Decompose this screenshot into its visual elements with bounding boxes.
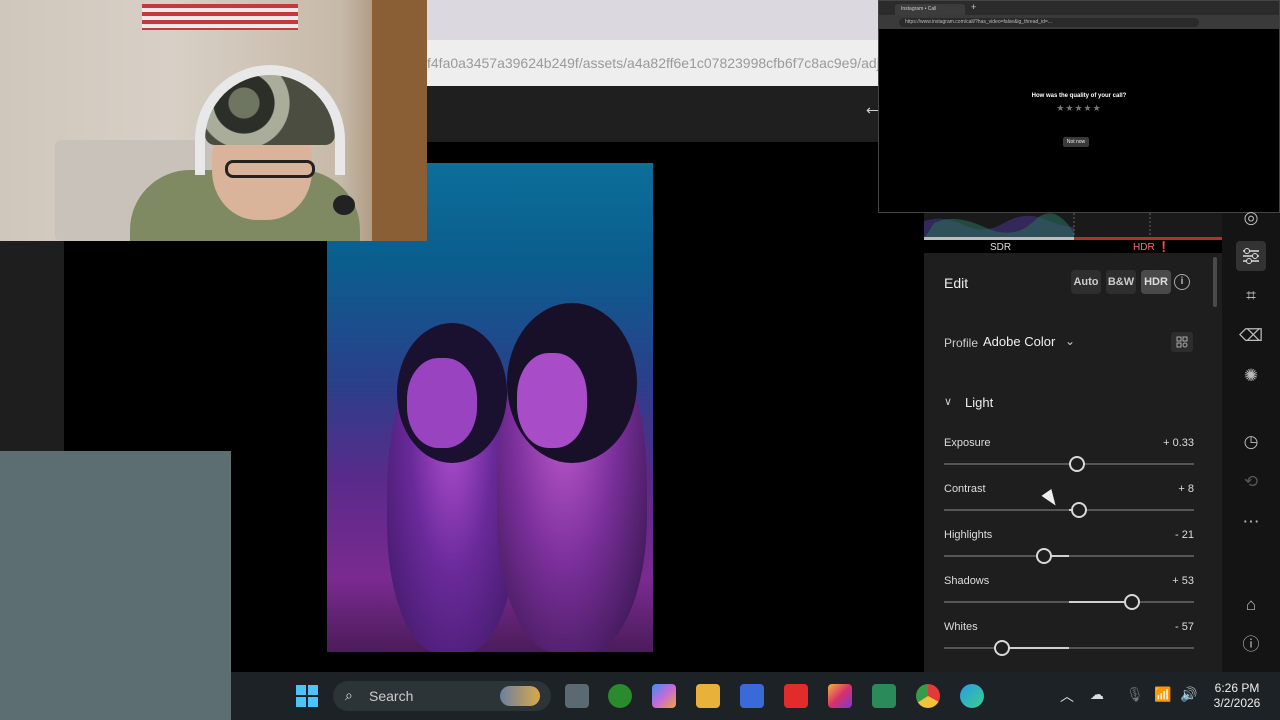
slider-value[interactable]: + 8 — [1134, 483, 1194, 495]
histogram-graph — [924, 213, 1151, 239]
hdr-button[interactable]: HDR — [1141, 270, 1171, 294]
instagram-icon[interactable] — [828, 684, 852, 708]
search-label: Search — [369, 688, 414, 704]
slider-handle[interactable] — [993, 640, 1010, 656]
new-tab-icon[interactable]: + — [971, 2, 976, 12]
popup-tab-strip: Instagram • Call + — [879, 1, 1279, 15]
tray-overflow-icon[interactable]: ︿ — [1060, 686, 1074, 706]
webcam-mic — [333, 195, 355, 215]
sliders-svg — [1243, 248, 1259, 264]
chrome-icon[interactable] — [916, 684, 940, 708]
hdr-range-bar — [1074, 237, 1222, 240]
crop-icon[interactable]: ⌗ — [1236, 281, 1266, 311]
webcam-flag — [142, 4, 298, 30]
slider-handle[interactable] — [1071, 502, 1087, 518]
clock-time: 6:26 PM — [1214, 681, 1260, 695]
popup-url[interactable]: https://www.instagram.com/call/?has_vide… — [899, 18, 1199, 27]
mask-icon[interactable]: ◎ — [1236, 203, 1266, 233]
slider-handle[interactable] — [1036, 548, 1052, 564]
microphone-icon[interactable]: 🎙 — [1126, 686, 1144, 703]
slider-label: Highlights — [944, 529, 993, 541]
store-icon[interactable] — [740, 684, 764, 708]
windows-logo-svg — [296, 685, 318, 707]
onedrive-icon[interactable]: ☁ — [1090, 686, 1104, 703]
left-panel — [0, 241, 64, 451]
copilot-icon[interactable] — [652, 684, 676, 708]
edit-sliders-icon[interactable] — [1236, 241, 1266, 271]
wifi-icon[interactable]: 📶 — [1154, 686, 1171, 703]
not-now-button[interactable]: Not now — [1063, 137, 1089, 147]
search-icon: ⌕ — [345, 687, 353, 703]
volume-icon[interactable]: 🔊 — [1180, 686, 1197, 703]
slider-label: Contrast — [944, 483, 986, 495]
slider-handle[interactable] — [1123, 594, 1140, 610]
hdr-label: HDR — [1133, 242, 1155, 253]
tag-icon[interactable]: ⌂ — [1236, 590, 1266, 620]
bw-button[interactable]: B&W — [1106, 270, 1136, 294]
editor-top-bar — [427, 86, 924, 142]
slider-track[interactable] — [944, 548, 1194, 564]
slider-track[interactable] — [944, 502, 1194, 518]
slider-label: Shadows — [944, 575, 990, 587]
histogram — [924, 213, 1222, 239]
profile-label: Profile — [944, 336, 979, 350]
url-text: f4fa0a3457a39624b249f/assets/a4a82ff6e1c… — [427, 55, 878, 71]
eraser-icon[interactable]: ⌫ — [1236, 321, 1266, 351]
xbox-icon[interactable] — [608, 684, 632, 708]
edit-title: Edit — [944, 275, 969, 291]
versions-icon[interactable]: ⟲ — [1236, 467, 1266, 497]
hdr-warning[interactable]: HDR ❗ — [1133, 242, 1170, 253]
more-icon[interactable]: ⋯ — [1236, 507, 1266, 537]
collapse-chevron-icon[interactable]: ∨ — [944, 395, 952, 408]
slider-value[interactable]: + 0.33 — [1134, 437, 1194, 449]
edge-icon[interactable] — [960, 684, 984, 708]
info-button[interactable]: i — [1174, 274, 1190, 290]
chevron-down-icon[interactable]: ⌄ — [1065, 334, 1075, 348]
popup-tab[interactable]: Instagram • Call — [895, 4, 965, 15]
webcam-dresser — [372, 0, 427, 241]
background-window — [0, 451, 231, 720]
webcam-glasses — [225, 160, 315, 178]
slider-track[interactable] — [944, 594, 1194, 610]
slider-track[interactable] — [944, 456, 1194, 472]
clock-date: 3/2/2026 — [1213, 696, 1261, 710]
call-quality-question: How was the quality of your call? — [1031, 93, 1127, 99]
webcam-overlay — [0, 0, 427, 241]
file-explorer-icon[interactable] — [696, 684, 720, 708]
call-popup-window: Instagram • Call + https://www.instagram… — [878, 0, 1280, 213]
slider-label: Whites — [944, 621, 978, 633]
photo-face-right — [517, 353, 587, 448]
system-clock[interactable]: 6:26 PM 3/2/2026 — [1206, 681, 1268, 711]
sdr-label: SDR — [990, 242, 1012, 253]
address-bar[interactable]: f4fa0a3457a39624b249f/assets/a4a82ff6e1c… — [427, 40, 878, 86]
slider-label: Exposure — [944, 437, 991, 449]
slider-fill — [1001, 647, 1069, 649]
photo-face-left — [407, 358, 477, 448]
widget-icon[interactable] — [500, 686, 540, 706]
profile-browser-icon[interactable] — [1171, 332, 1193, 352]
windows-start-icon[interactable] — [295, 684, 319, 708]
browser-tab-strip — [427, 0, 878, 40]
light-section-title[interactable]: Light — [965, 395, 993, 410]
chat-app-icon[interactable] — [872, 684, 896, 708]
slider-fill — [1069, 601, 1132, 603]
warning-icon: ❗ — [1157, 242, 1170, 253]
slider-handle[interactable] — [1068, 456, 1085, 472]
slider-value[interactable]: + 53 — [1134, 575, 1194, 587]
info-icon[interactable]: ⓘ — [1236, 630, 1266, 660]
auto-button[interactable]: Auto — [1071, 270, 1101, 294]
slider-value[interactable]: - 57 — [1134, 621, 1194, 633]
star-rating[interactable]: ★★★★★ — [879, 103, 1279, 114]
task-view-icon[interactable] — [565, 684, 589, 708]
sdr-range-bar — [924, 237, 1074, 240]
grid-icon — [1176, 336, 1188, 348]
slider-track[interactable] — [944, 640, 1194, 656]
slider-value[interactable]: - 21 — [1134, 529, 1194, 541]
history-icon[interactable]: ◷ — [1236, 427, 1266, 457]
filter-icon[interactable]: ✺ — [1236, 361, 1266, 391]
panel-scrollbar[interactable] — [1213, 257, 1217, 307]
youtube-icon[interactable] — [784, 684, 808, 708]
profile-dropdown[interactable]: Adobe Color — [983, 334, 1055, 349]
